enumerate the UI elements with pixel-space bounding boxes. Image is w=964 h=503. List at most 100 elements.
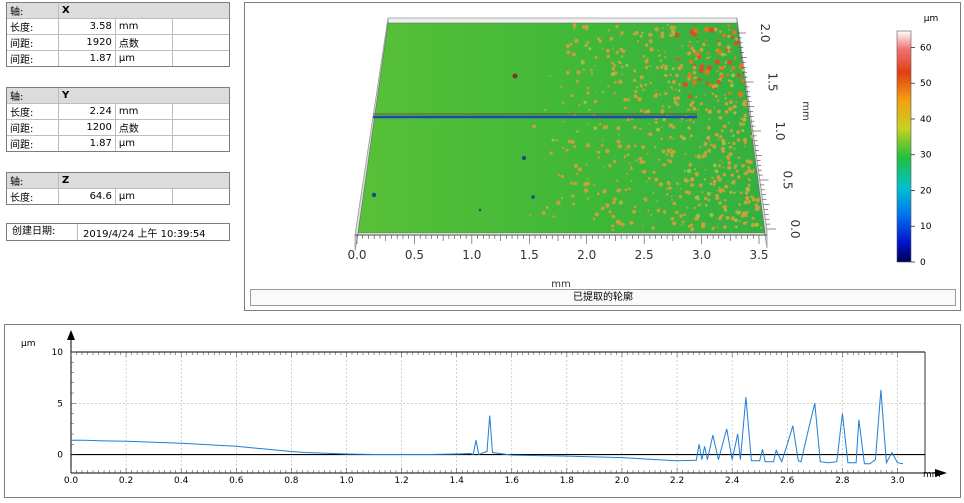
surface-rough-spot <box>690 46 695 51</box>
surface-rough-spot <box>748 179 752 182</box>
surface-rough-spot <box>643 160 646 164</box>
surface-rough-spot <box>664 55 667 59</box>
surface-3d-panel[interactable]: 0.0 0.5 1.0 1.5 2.0 2.5 3.0 3.5 0.0 0.5 1.0 1.5 2.0… <box>244 2 961 311</box>
profile-series-line <box>71 389 904 465</box>
surface-rough-spot <box>733 191 736 195</box>
colorbar-tick-label: 0 <box>920 258 926 268</box>
surface-rough-spot <box>715 193 719 198</box>
profile-x-tick-label: 0.4 <box>174 476 189 486</box>
surface-rough-spot <box>611 224 615 228</box>
surface-rough-spot <box>718 186 721 189</box>
surface-rough-spot <box>718 188 724 193</box>
surface-rough-spot <box>743 145 746 148</box>
surface-rough-spot <box>712 183 716 186</box>
profile-chart[interactable]: 0.0 0.2 0.4 0.6 0.8 1.0 1.2 1.4 1.6 1.8 2.0 2.2 2.4 2… <box>5 325 960 497</box>
creation-date: 创建日期: 2019/4/24 上午 10:39:54 <box>6 223 230 241</box>
surface-y-tick-label: 2.0 <box>758 23 772 42</box>
surface-rough-spot <box>721 141 726 146</box>
surface-rough-spot <box>715 133 719 137</box>
surface-rough-spot <box>678 194 683 199</box>
surface-rough-spot <box>754 222 759 227</box>
surface-rough-spot <box>733 56 737 60</box>
surface-rough-spot <box>718 197 720 199</box>
surface-rough-spot <box>684 190 689 194</box>
surface-rough-spot <box>664 51 666 53</box>
surface-rough-spot <box>668 159 673 164</box>
surface-rough-spot <box>644 199 648 202</box>
x-length-key: 长度: <box>7 18 59 35</box>
surface-rough-spot <box>618 79 623 84</box>
surface-rough-spot <box>613 71 618 75</box>
surface-x-tick-label: 1.5 <box>520 248 539 262</box>
surface-rough-spot <box>562 101 565 105</box>
surface-rough-spot <box>694 216 699 221</box>
surface-rough-spot <box>570 94 574 98</box>
surface-rough-spot <box>680 120 683 123</box>
surface-rough-spot <box>629 220 634 225</box>
surface-rough-spot <box>639 75 643 79</box>
surface-rough-spot <box>639 109 643 113</box>
surface-rough-spot <box>648 65 651 68</box>
surface-rough-spot <box>721 161 724 164</box>
extracted-profile-label[interactable]: 已提取的轮廓 <box>250 289 956 306</box>
surface-rough-spot <box>688 40 692 44</box>
surface-rough-spot <box>642 169 647 174</box>
surface-rough-spot <box>723 190 726 193</box>
surface-rough-spot <box>704 168 707 171</box>
surface-rough-spot <box>722 173 727 177</box>
surface-rough-spot <box>720 129 724 133</box>
surface-rough-spot <box>674 88 677 91</box>
y-length-key: 长度: <box>7 103 59 120</box>
surface-rough-spot <box>727 121 730 124</box>
surface-rough-spot <box>680 224 683 227</box>
surface-rough-spot <box>628 162 631 165</box>
profile-x-tick-label: 2.0 <box>615 476 630 486</box>
surface-rough-spot <box>602 139 604 141</box>
surface-rough-spot <box>704 69 710 75</box>
surface-rough-spot <box>666 24 669 27</box>
surface-rough-spot <box>708 56 711 59</box>
surface-3d-view[interactable]: 0.0 0.5 1.0 1.5 2.0 2.5 3.0 3.5 0.0 0.5 1.0 1.5 2.0… <box>245 3 960 310</box>
z-axis-info: 轴: Z 长度: 64.6 μm <box>6 172 230 205</box>
surface-rough-spot <box>706 125 711 130</box>
surface-rough-spot <box>664 65 668 69</box>
surface-rough-spot <box>602 90 605 93</box>
surface-rough-spot <box>723 93 726 96</box>
surface-rough-spot <box>586 40 590 44</box>
surface-rough-spot <box>658 158 661 161</box>
surface-rough-spot <box>612 63 616 67</box>
surface-rough-spot <box>616 188 621 193</box>
surface-rough-spot <box>737 91 744 98</box>
profile-chart-panel[interactable]: 0.0 0.2 0.4 0.6 0.8 1.0 1.2 1.4 1.6 1.8 2.0 2.2 2.4 2… <box>4 324 961 498</box>
surface-rough-spot <box>733 167 735 169</box>
surface-rough-spot <box>703 94 706 96</box>
surface-rough-spot <box>738 203 741 206</box>
surface-rough-spot <box>560 85 563 88</box>
surface-rough-spot <box>618 200 623 205</box>
profile-x-tick-label: 0.6 <box>229 476 244 486</box>
surface-rough-spot <box>592 217 596 220</box>
surface-rough-spot <box>572 202 576 206</box>
surface-rough-spot <box>712 179 717 184</box>
surface-rough-spot <box>719 73 725 79</box>
surface-rough-spot <box>686 109 689 111</box>
surface-rough-spot <box>747 166 750 169</box>
surface-rough-spot <box>632 209 637 214</box>
surface-rough-spot <box>652 192 655 194</box>
x-spacing-value: 1.87 <box>58 50 116 66</box>
surface-rough-spot <box>727 60 733 66</box>
surface-rough-spot <box>682 136 686 141</box>
surface-rough-spot <box>717 42 722 47</box>
surface-rough-spot <box>671 29 676 34</box>
profile-x-tick-label: 1.2 <box>394 476 408 486</box>
surface-x-tick-label: 2.0 <box>577 248 596 262</box>
surface-rough-spot <box>694 155 697 157</box>
surface-rough-spot <box>701 154 705 159</box>
surface-rough-spot <box>709 182 713 186</box>
surface-rough-spot <box>662 210 667 214</box>
surface-rough-spot <box>711 84 716 89</box>
surface-rough-spot <box>607 29 610 32</box>
surface-rough-spot <box>736 73 741 78</box>
surface-rough-spot <box>741 68 745 72</box>
surface-rough-spot <box>751 216 755 220</box>
